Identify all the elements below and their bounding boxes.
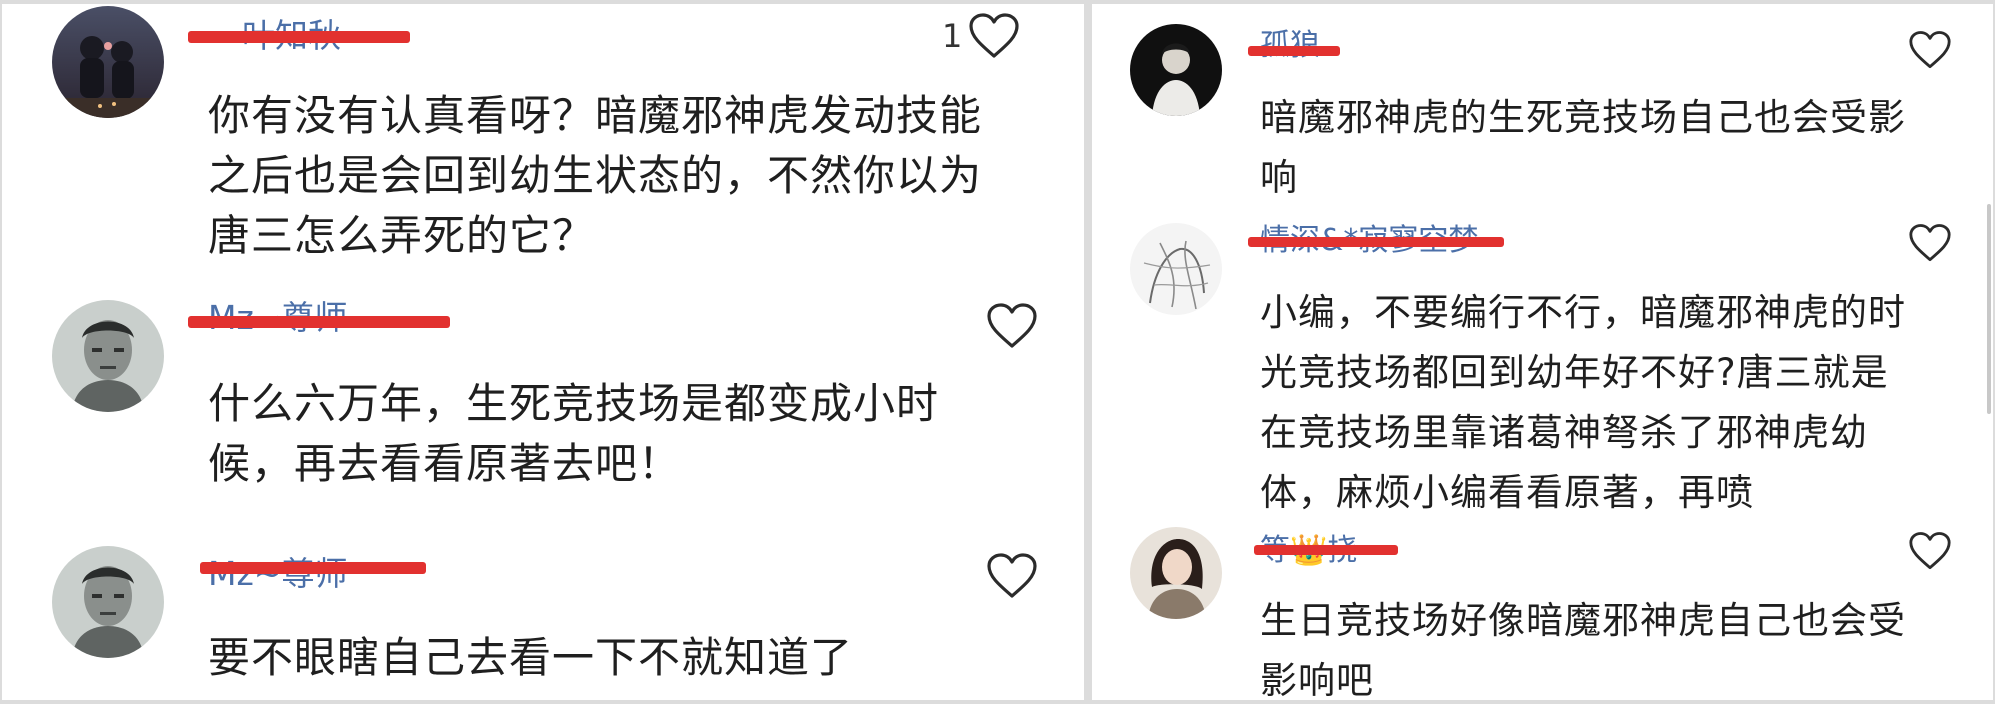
- like-button[interactable]: [1902, 531, 1952, 571]
- username[interactable]: Mz~尊师: [208, 554, 347, 594]
- heart-icon: [1909, 532, 1951, 570]
- comment-item: 等👑挠 生日竞技场好像暗魔邪神虎自己也会受影响吧: [1092, 519, 1993, 700]
- heart-icon: [987, 303, 1037, 348]
- like-count: 1: [942, 17, 963, 55]
- comment-panel-left: 叶知秋 1 你有没有认真看呀？暗魔邪神虎发动技能之后也是会回到幼生状态的，不然你…: [2, 4, 1084, 700]
- comment-text: 你有没有认真看呀？暗魔邪神虎发动技能之后也是会回到幼生状态的，不然你以为唐三怎么…: [208, 91, 983, 260]
- comment-item: 叶知秋 1 你有没有认真看呀？暗魔邪神虎发动技能之后也是会回到幼生状态的，不然你…: [2, 4, 1084, 294]
- avatar[interactable]: [1130, 24, 1222, 116]
- avatar[interactable]: [1130, 223, 1222, 315]
- comment-text: 生日竞技场好像暗魔邪神虎自己也会受影响吧: [1260, 599, 1906, 700]
- avatar-man-icon: [52, 546, 164, 658]
- redaction-mark: [188, 316, 450, 328]
- comment-item: 孤狼 暗魔邪神虎的生死竞技场自己也会受影响: [1092, 4, 1993, 209]
- heart-icon: [1909, 31, 1951, 69]
- avatar[interactable]: [52, 300, 164, 412]
- avatar[interactable]: [1130, 527, 1222, 619]
- comment-item: 情深&*寂寥空梦 小编，不要编行不行，暗魔邪神虎的时光竞技场都回到幼年好不好?唐…: [1092, 209, 1993, 519]
- like-button[interactable]: [1902, 223, 1952, 263]
- comment-text: 暗魔邪神虎的生死竞技场自己也会受影响: [1260, 96, 1906, 199]
- comment-item: Mz~尊师 要不眼瞎自己去看一下不就知道了: [2, 540, 1084, 700]
- like-button[interactable]: [1902, 30, 1952, 70]
- redaction-mark: [1248, 237, 1504, 247]
- heart-icon: [1909, 224, 1951, 262]
- avatar[interactable]: [52, 546, 164, 658]
- comment-text: 要不眼瞎自己去看一下不就知道了: [208, 633, 854, 682]
- comment-item: Mz~尊师 什么六万年，生死竞技场是都变成小时候，再去看看原著去吧！: [2, 294, 1084, 534]
- like-button[interactable]: [980, 302, 1038, 350]
- comment-text: 小编，不要编行不行，暗魔邪神虎的时光竞技场都回到幼年好不好?唐三就是在竞技场里靠…: [1260, 291, 1906, 514]
- redaction-mark: [1248, 46, 1340, 56]
- like-button[interactable]: 1: [942, 12, 1020, 60]
- avatar-sketch-icon: [1130, 223, 1222, 315]
- scrollbar[interactable]: [1987, 204, 1991, 414]
- like-button[interactable]: [980, 552, 1038, 600]
- avatar-couple-icon: [52, 6, 164, 118]
- comment-panel-right: 孤狼 暗魔邪神虎的生死竞技场自己也会受影响 情深&*寂寥空梦: [1092, 4, 1993, 700]
- redaction-mark: [200, 562, 426, 574]
- avatar-person-dark-icon: [1130, 24, 1222, 116]
- redaction-mark: [188, 31, 410, 43]
- avatar[interactable]: [52, 6, 164, 118]
- heart-icon: [987, 553, 1037, 598]
- avatar-man-icon: [52, 300, 164, 412]
- comment-text: 什么六万年，生死竞技场是都变成小时候，再去看看原著去吧！: [208, 379, 940, 488]
- redaction-mark: [1254, 545, 1398, 555]
- avatar-woman-icon: [1130, 527, 1222, 619]
- heart-icon: [969, 13, 1019, 58]
